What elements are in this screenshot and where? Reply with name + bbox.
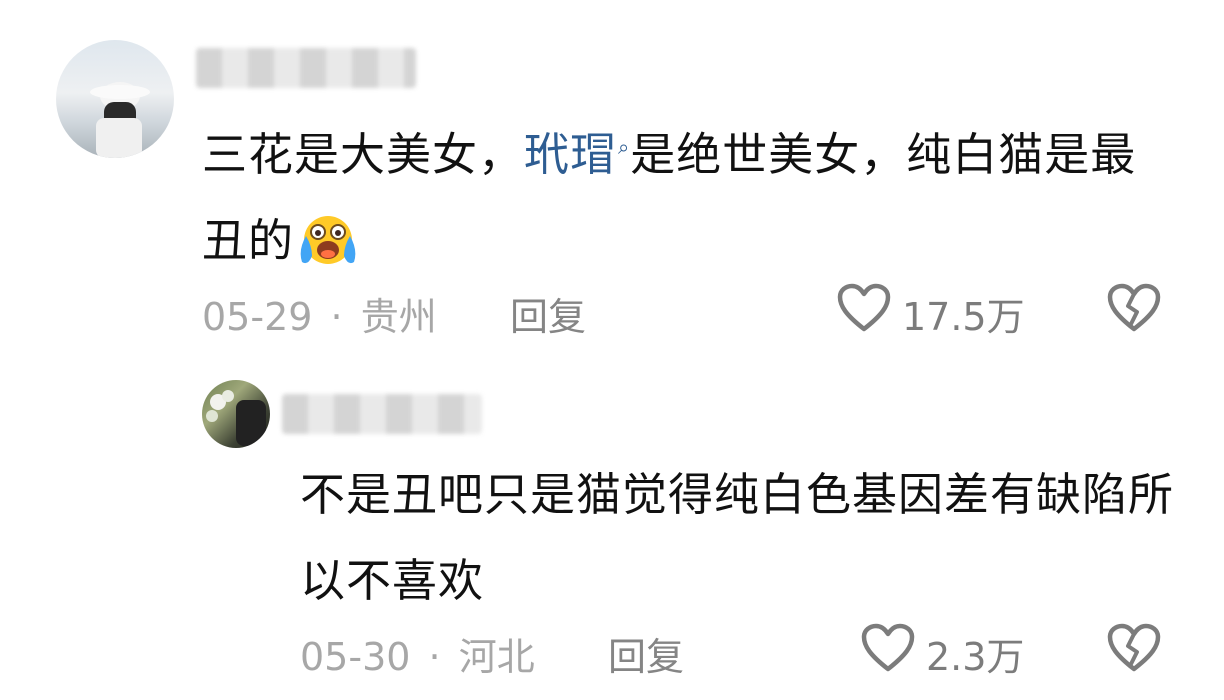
reply-avatar-photo bbox=[206, 390, 266, 446]
broken-heart-icon[interactable] bbox=[1106, 282, 1162, 334]
crying-laughing-emoji-icon bbox=[296, 208, 360, 264]
username-blurred[interactable] bbox=[196, 48, 416, 88]
comment-location: 贵州 bbox=[360, 295, 437, 339]
reply-reply-button[interactable]: 回复 bbox=[608, 626, 684, 681]
avatar[interactable] bbox=[56, 40, 174, 158]
search-link[interactable]: 玳瑁 ⌕ bbox=[524, 128, 630, 181]
reply-date: 05-30 bbox=[300, 635, 411, 679]
comment-date: 05-29 bbox=[202, 295, 313, 339]
avatar-photo bbox=[90, 82, 150, 158]
broken-heart-icon[interactable] bbox=[1106, 622, 1162, 674]
comment-meta: 05-29 · 贵州 bbox=[202, 286, 437, 341]
heart-icon[interactable] bbox=[860, 622, 916, 674]
meta-separator: · bbox=[428, 635, 441, 679]
search-icon: ⌕ bbox=[618, 135, 631, 159]
comment-text: 三花是大美女，玳瑁 ⌕是绝世美女，纯白猫是最丑的 bbox=[202, 128, 1137, 267]
reply-username-blurred[interactable] bbox=[282, 394, 482, 434]
reply-button[interactable]: 回复 bbox=[510, 286, 586, 341]
heart-icon[interactable] bbox=[836, 282, 892, 334]
like-count: 17.5万 bbox=[902, 295, 1025, 339]
reply-avatar[interactable] bbox=[202, 380, 270, 448]
reply-location: 河北 bbox=[458, 635, 535, 679]
reply-meta: 05-30 · 河北 bbox=[300, 626, 535, 681]
reply-like-count: 2.3万 bbox=[926, 635, 1025, 679]
meta-separator: · bbox=[330, 295, 343, 339]
reply-text: 不是丑吧只是猫觉得纯白色基因差有缺陷所以不喜欢 bbox=[300, 468, 1175, 607]
